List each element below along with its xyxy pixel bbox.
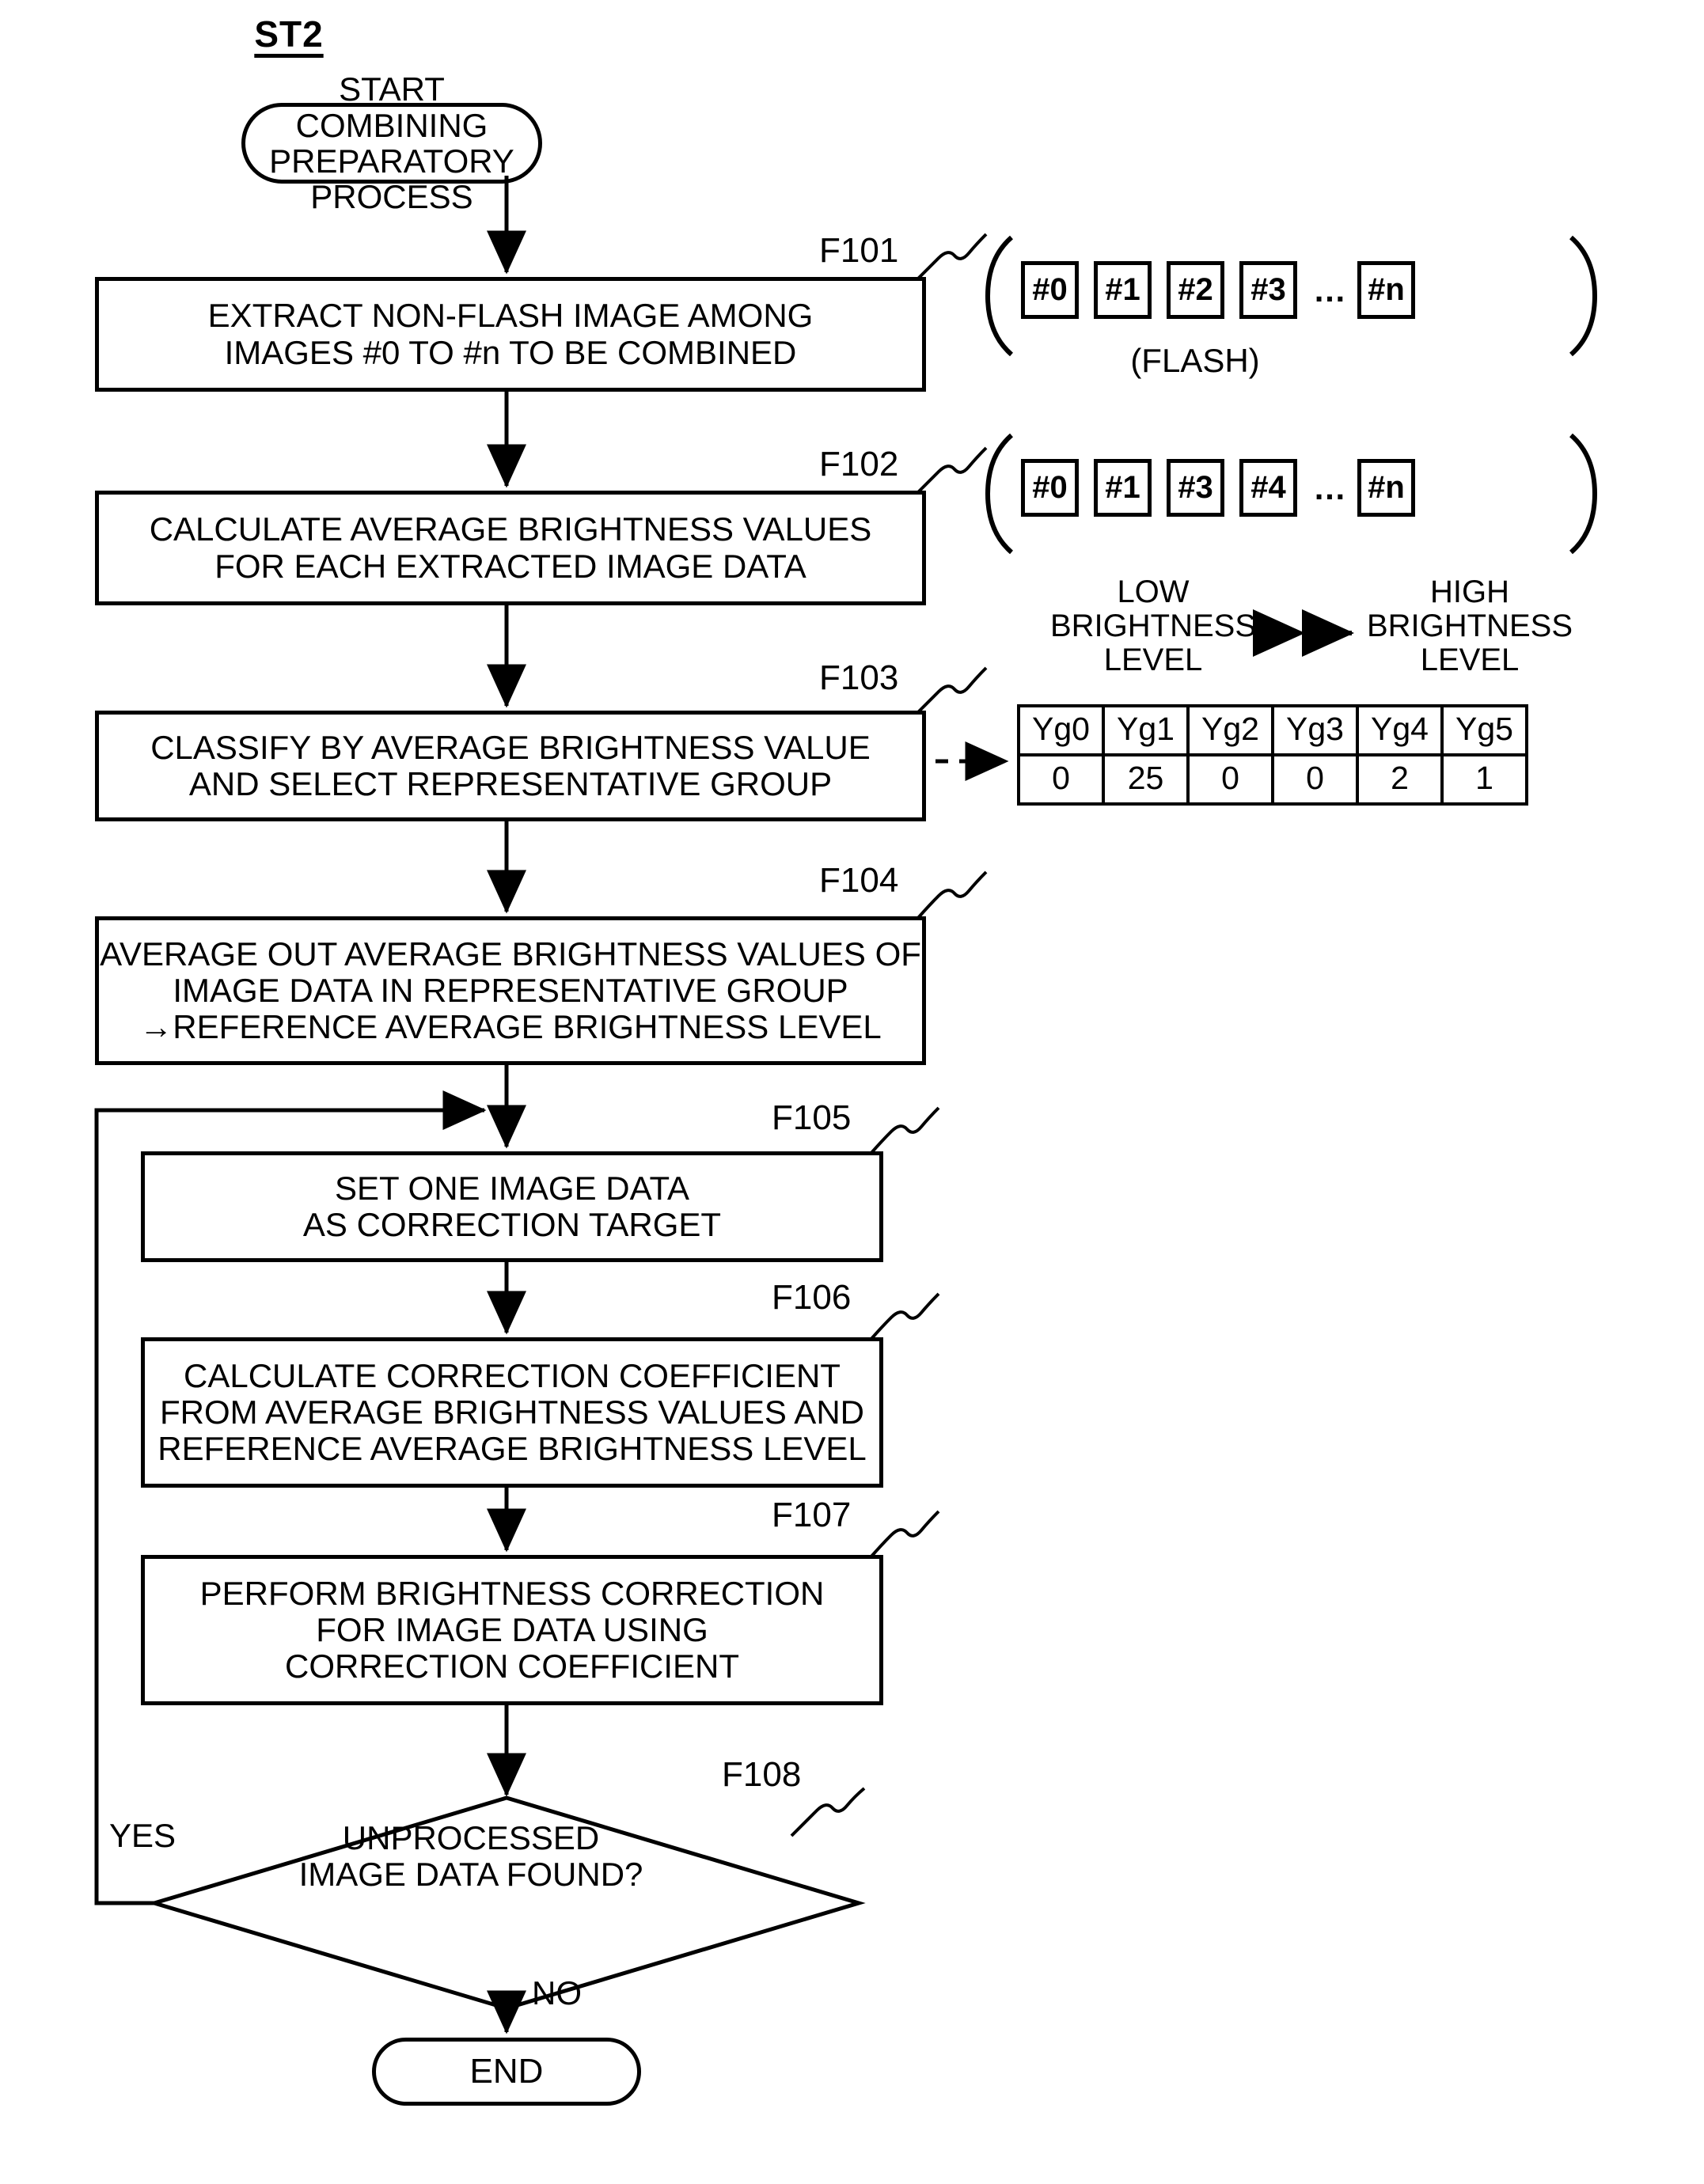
end-terminator: END — [372, 2038, 641, 2106]
bracket-right-array-all — [1569, 235, 1598, 357]
step-tag-f101: F101 — [819, 231, 899, 270]
table-value-cell: 25 — [1102, 753, 1190, 806]
ellipsis-icon: … — [1313, 468, 1349, 506]
step-tag-f106: F106 — [772, 1278, 852, 1317]
array-caption-flash: (FLASH) — [1130, 342, 1260, 379]
table-header-cell: Yg5 — [1440, 704, 1528, 756]
process-box-f106: CALCULATE CORRECTION COEFFICIENT FROM AV… — [141, 1337, 883, 1488]
process-box-f103: CLASSIFY BY AVERAGE BRIGHTNESS VALUE AND… — [95, 711, 926, 821]
image-frame: #4 — [1239, 459, 1297, 517]
process-box-f107: PERFORM BRIGHTNESS CORRECTION FOR IMAGE … — [141, 1555, 883, 1705]
image-frame: #1 — [1094, 261, 1152, 319]
step-tag-f107: F107 — [772, 1496, 852, 1534]
bracket-right-array-nonflash — [1569, 433, 1598, 555]
bracket-left-array-all — [985, 235, 1014, 357]
leader-f103 — [917, 666, 988, 714]
table-caption-low: LOW BRIGHTNESS LEVEL — [1049, 574, 1257, 677]
table-header-cell: Yg2 — [1186, 704, 1274, 756]
step-tag-f102: F102 — [819, 445, 899, 483]
step-tag-f108: F108 — [722, 1755, 802, 1794]
table-header-cell: Yg4 — [1356, 704, 1444, 756]
leader-f106 — [869, 1292, 940, 1341]
process-box-f101: EXTRACT NON-FLASH IMAGE AMONG IMAGES #0 … — [95, 277, 926, 392]
table-header-cell: Yg3 — [1271, 704, 1359, 756]
image-array-all: #0 #1 #2 #3 … #n — [1021, 261, 1415, 319]
table-header-cell: Yg0 — [1017, 704, 1105, 756]
branch-label-no: NO — [532, 1974, 582, 2011]
bracket-left-array-nonflash — [985, 433, 1014, 555]
image-frame: #2 — [1167, 261, 1224, 319]
leader-f108 — [790, 1787, 866, 1837]
table-header-cell: Yg1 — [1102, 704, 1190, 756]
table-value-cell: 2 — [1356, 753, 1444, 806]
process-box-f104: AVERAGE OUT AVERAGE BRIGHTNESS VALUES OF… — [95, 916, 926, 1065]
step-tag-f105: F105 — [772, 1098, 852, 1137]
decision-label-f108: UNPROCESSED IMAGE DATA FOUND? — [298, 1819, 643, 1894]
table-header-row: Yg0 Yg1 Yg2 Yg3 Yg4 Yg5 — [1017, 704, 1528, 756]
image-frame: #0 — [1021, 459, 1079, 517]
leader-f104 — [917, 870, 988, 919]
leader-f102 — [917, 446, 988, 494]
leader-f105 — [869, 1106, 940, 1155]
image-frame: #n — [1357, 261, 1415, 319]
brightness-table: Yg0 Yg1 Yg2 Yg3 Yg4 Yg5 0 25 0 0 2 1 — [1017, 704, 1528, 806]
table-value-cell: 0 — [1271, 753, 1359, 806]
process-box-f102: CALCULATE AVERAGE BRIGHTNESS VALUES FOR … — [95, 491, 926, 605]
table-value-cell: 1 — [1440, 753, 1528, 806]
table-caption-high: HIGH BRIGHTNESS LEVEL — [1366, 574, 1573, 677]
table-row: 0 25 0 0 2 1 — [1017, 753, 1528, 806]
process-box-f105: SET ONE IMAGE DATA AS CORRECTION TARGET — [141, 1151, 883, 1262]
image-frame: #1 — [1094, 459, 1152, 517]
image-frame: #0 — [1021, 261, 1079, 319]
figure-label: ST2 — [254, 13, 324, 55]
image-array-nonflash: #0 #1 #3 #4 … #n — [1021, 459, 1415, 517]
table-value-cell: 0 — [1017, 753, 1105, 806]
branch-label-yes: YES — [109, 1817, 176, 1854]
ellipsis-icon: … — [1313, 271, 1349, 309]
image-frame: #3 — [1239, 261, 1297, 319]
start-terminator: START COMBINING PREPARATORY PROCESS — [241, 71, 542, 215]
table-value-cell: 0 — [1186, 753, 1274, 806]
step-tag-f103: F103 — [819, 658, 899, 697]
step-tag-f104: F104 — [819, 861, 899, 900]
leader-f101 — [917, 233, 988, 280]
leader-f107 — [869, 1510, 940, 1559]
image-frame: #3 — [1167, 459, 1224, 517]
image-frame: #n — [1357, 459, 1415, 517]
